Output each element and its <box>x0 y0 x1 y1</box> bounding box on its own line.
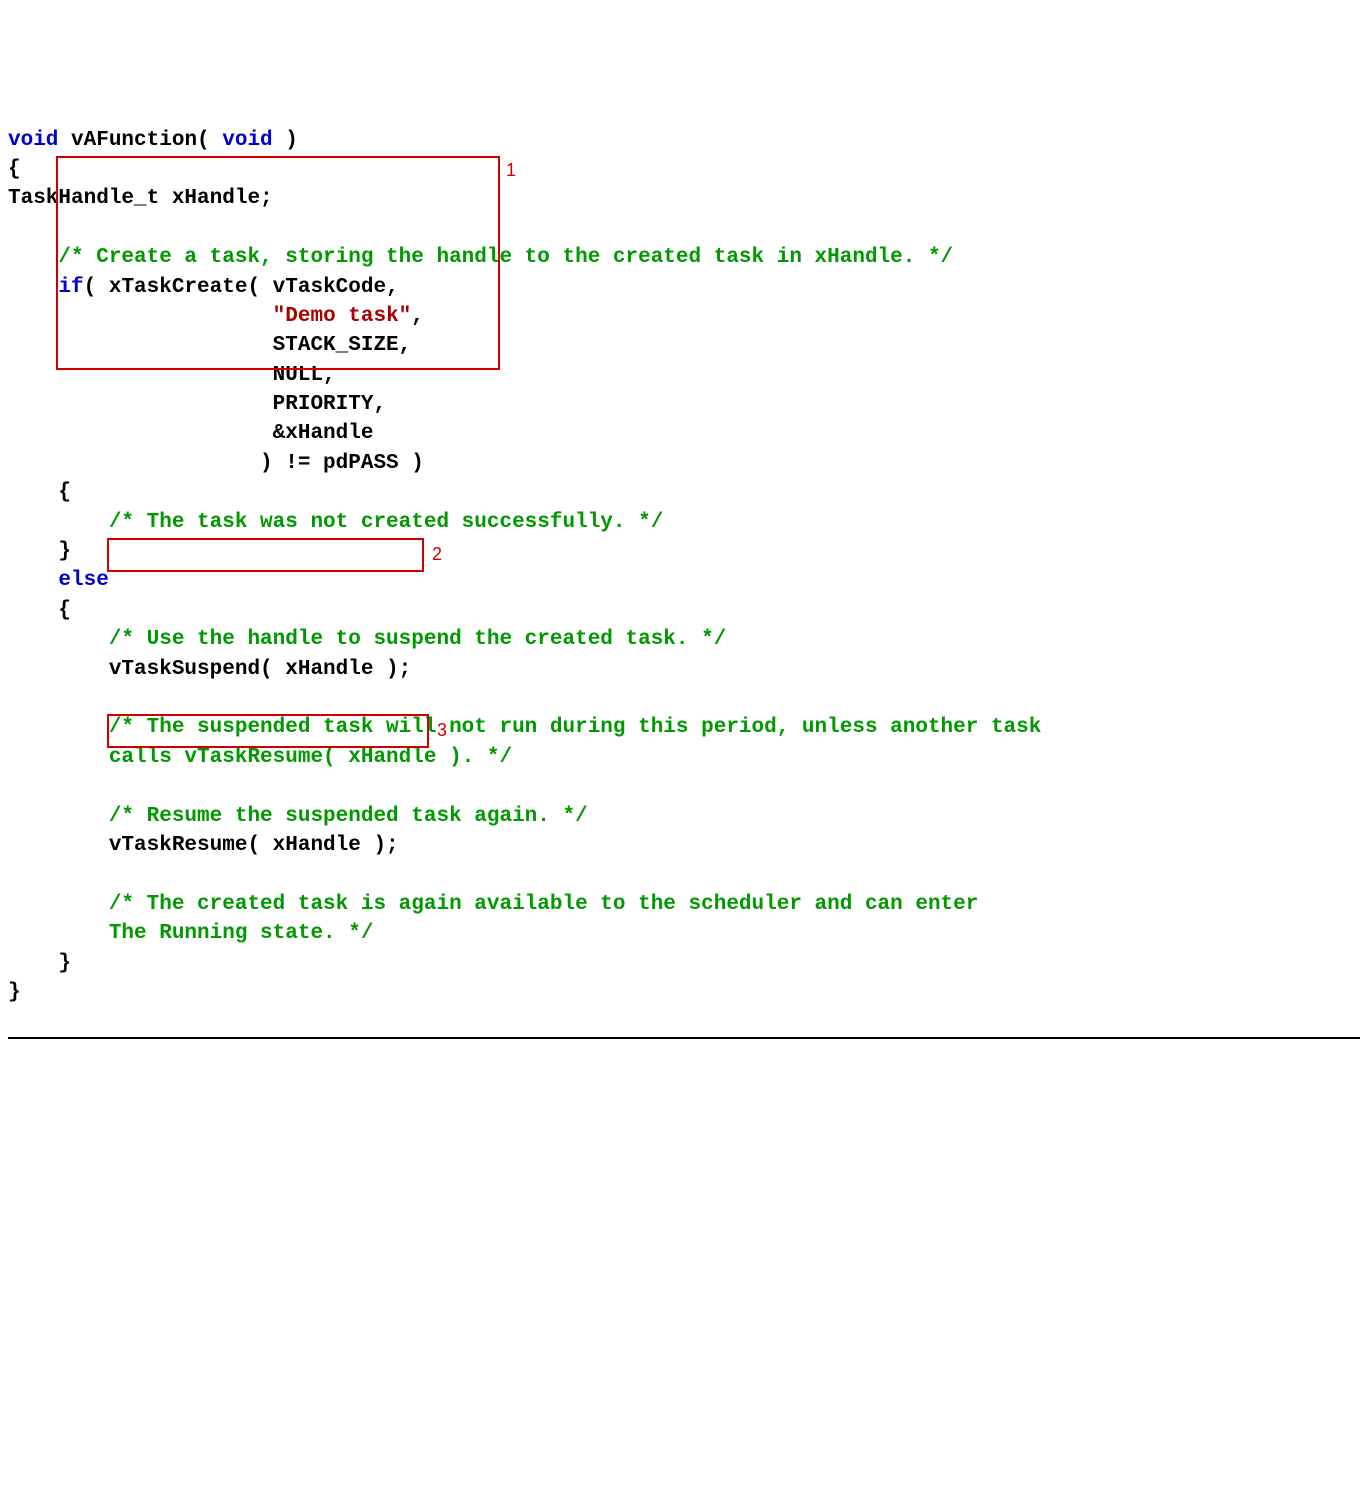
brace-open-2: { <box>8 481 71 504</box>
comment-period-1: /* The suspended task will not run durin… <box>8 716 1041 739</box>
code-text: ) <box>273 129 298 152</box>
brace-close: } <box>8 981 21 1004</box>
comment-avail-1: /* The created task is again available t… <box>8 893 978 916</box>
bottom-rule <box>8 1037 1360 1039</box>
code-text: , <box>411 305 424 328</box>
indent <box>8 305 273 328</box>
arg-stack-size: STACK_SIZE, <box>8 334 411 357</box>
keyword-if: if <box>58 276 83 299</box>
code-text: ( xTaskCreate( vTaskCode, <box>84 276 399 299</box>
keyword-void-2: void <box>222 129 272 152</box>
code-text: vAFunction( <box>58 129 222 152</box>
brace-open: { <box>8 158 21 181</box>
brace-close-3: } <box>8 952 71 975</box>
comment-avail-2: The Running state. */ <box>8 922 373 945</box>
string-literal: "Demo task" <box>273 305 412 328</box>
arg-handle: &xHandle <box>8 422 373 445</box>
comment-resume: /* Resume the suspended task again. */ <box>8 805 588 828</box>
code-block: void vAFunction( void ) { TaskHandle_t x… <box>8 126 1360 1008</box>
keyword-void: void <box>8 129 58 152</box>
var-decl: TaskHandle_t xHandle; <box>8 187 273 210</box>
comment-create: /* Create a task, storing the handle to … <box>8 246 953 269</box>
if-close: ) != pdPASS ) <box>8 452 424 475</box>
call-vtasksuspend: vTaskSuspend( xHandle ); <box>8 658 411 681</box>
comment-suspend: /* Use the handle to suspend the created… <box>8 628 726 651</box>
arg-null: NULL, <box>8 364 336 387</box>
arg-priority: PRIORITY, <box>8 393 386 416</box>
brace-open-3: { <box>8 599 71 622</box>
indent <box>8 276 58 299</box>
comment-period-2: calls vTaskResume( xHandle ). */ <box>8 746 512 769</box>
comment-fail: /* The task was not created successfully… <box>8 511 663 534</box>
indent <box>8 569 58 592</box>
call-vtaskresume: vTaskResume( xHandle ); <box>8 834 399 857</box>
keyword-else: else <box>58 569 108 592</box>
brace-close-2: } <box>8 540 71 563</box>
